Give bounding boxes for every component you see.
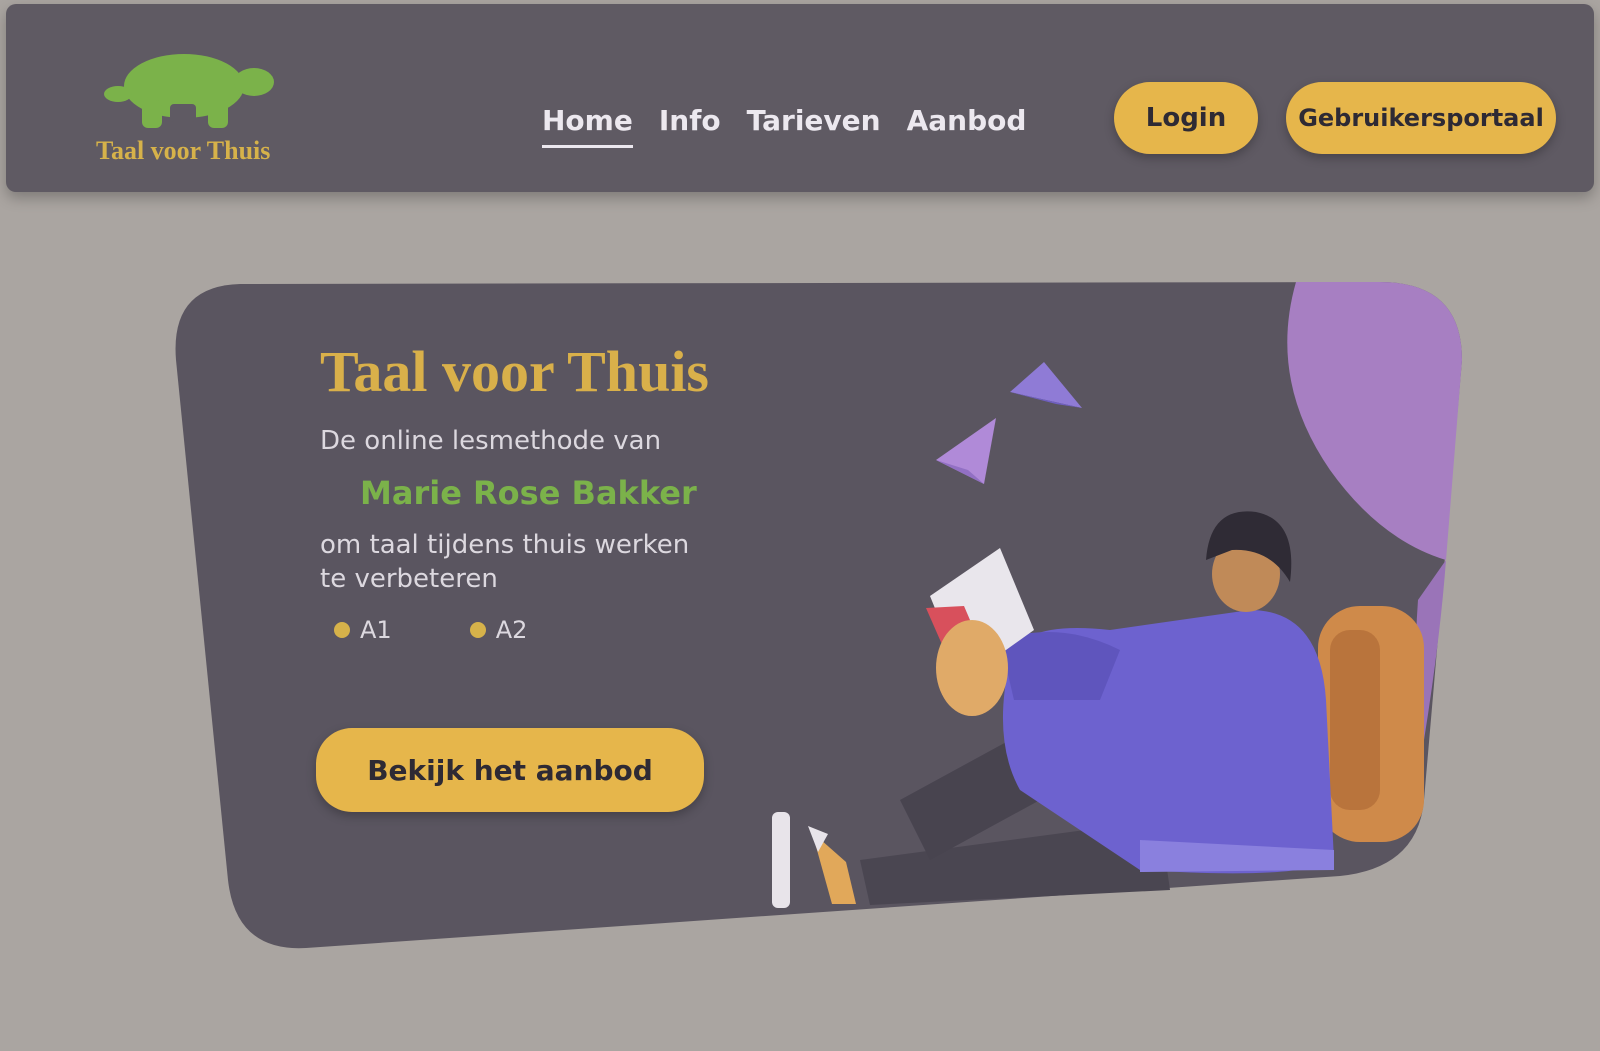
paper-plane-icon — [1010, 362, 1082, 408]
student-head — [1206, 511, 1292, 612]
student-body — [1000, 610, 1334, 874]
paper-plane-icon — [936, 418, 996, 484]
student-reading-illustration — [772, 362, 1424, 908]
backpack — [1318, 606, 1424, 842]
